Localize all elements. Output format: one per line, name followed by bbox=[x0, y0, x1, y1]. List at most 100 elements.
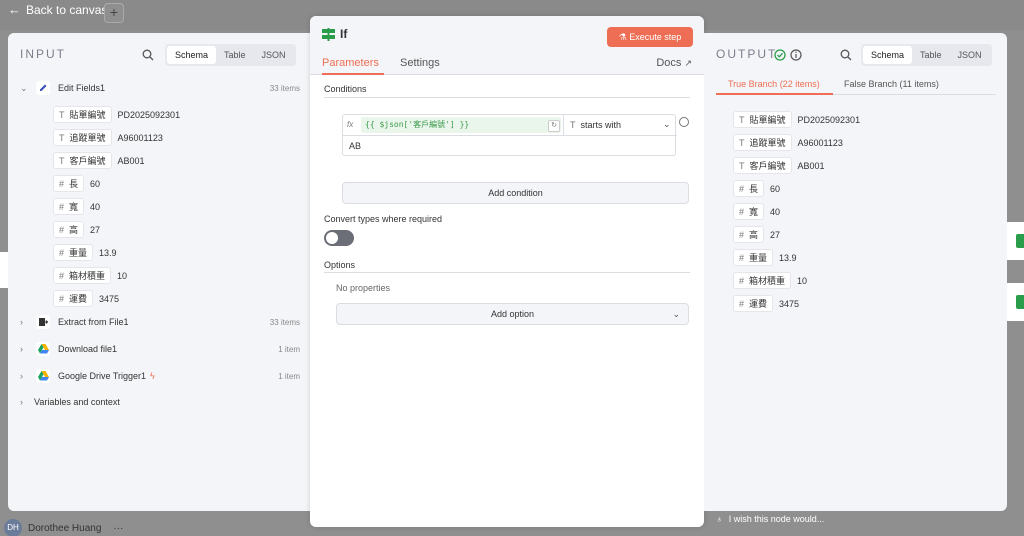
string-type-icon: T bbox=[59, 132, 65, 143]
feedback-link[interactable]: ♁ I wish this node would... bbox=[716, 514, 824, 524]
schema-field[interactable]: T 追蹤單號 A96001123 bbox=[733, 134, 843, 151]
view-table-tab[interactable]: Table bbox=[216, 46, 254, 64]
schema-field[interactable]: # 寬 40 bbox=[733, 203, 780, 220]
view-json-tab[interactable]: JSON bbox=[254, 46, 294, 64]
chevron-right-icon: › bbox=[20, 371, 23, 381]
view-json-tab[interactable]: JSON bbox=[950, 46, 990, 64]
feedback-label: I wish this node would... bbox=[728, 514, 825, 524]
schema-field[interactable]: # 箱材積重 10 bbox=[733, 272, 807, 289]
number-type-icon: # bbox=[739, 229, 745, 240]
chevron-right-icon: › bbox=[20, 397, 23, 407]
field-key: 貼單編號 bbox=[749, 115, 786, 125]
field-value: 27 bbox=[90, 224, 101, 235]
schema-field[interactable]: T 追蹤單號 A96001123 bbox=[53, 129, 163, 146]
variables-and-context[interactable]: › Variables and context bbox=[20, 397, 300, 407]
tree-node-download-file[interactable]: › Download file1 1 item bbox=[20, 342, 300, 356]
number-type-icon: # bbox=[739, 275, 745, 286]
schema-field[interactable]: T 貼單編號 PD2025092301 bbox=[733, 111, 860, 128]
docs-label: Docs bbox=[656, 57, 682, 69]
chevron-right-icon: › bbox=[20, 317, 23, 327]
operator-select[interactable]: Tstarts with bbox=[570, 120, 621, 130]
sheets-node-tab[interactable] bbox=[1004, 222, 1024, 260]
tree-node-edit-fields[interactable]: ⌄ Edit Fields1 33 items bbox=[20, 81, 300, 95]
tab-true-branch[interactable]: True Branch (22 items) bbox=[728, 79, 820, 89]
node-item-count: 33 items bbox=[269, 83, 300, 93]
number-type-icon: # bbox=[59, 224, 65, 235]
field-value: PD2025092301 bbox=[797, 114, 861, 125]
field-key: 客戶編號 bbox=[69, 156, 106, 166]
node-title[interactable]: If bbox=[340, 27, 347, 41]
number-type-icon: # bbox=[59, 293, 65, 304]
pencil-icon bbox=[36, 81, 50, 95]
more-icon[interactable]: ··· bbox=[113, 523, 123, 534]
string-type-icon: T bbox=[570, 120, 576, 130]
field-value: 27 bbox=[770, 229, 781, 240]
tab-parameters[interactable]: Parameters bbox=[322, 57, 379, 69]
schema-field[interactable]: T 客戶編號 AB001 bbox=[733, 157, 825, 174]
field-key: 追蹤單號 bbox=[749, 138, 786, 148]
schema-field[interactable]: # 高 27 bbox=[733, 226, 780, 243]
external-link-icon: ↗ bbox=[684, 58, 692, 68]
schema-field[interactable]: # 重量 13.9 bbox=[53, 244, 117, 261]
user-menu[interactable]: DH Dorothee Huang ··· bbox=[4, 519, 123, 536]
sheets-icon bbox=[1016, 295, 1024, 309]
tab-settings[interactable]: Settings bbox=[400, 57, 440, 69]
field-value: 13.9 bbox=[779, 252, 797, 263]
schema-field[interactable]: # 高 27 bbox=[53, 221, 100, 238]
schema-field[interactable]: # 重量 13.9 bbox=[733, 249, 797, 266]
search-icon[interactable] bbox=[142, 49, 154, 61]
search-icon[interactable] bbox=[840, 49, 852, 61]
number-type-icon: # bbox=[739, 252, 745, 263]
view-schema-tab[interactable]: Schema bbox=[167, 46, 217, 64]
tree-node-extract-from-file[interactable]: › Extract from File1 33 items bbox=[20, 315, 300, 329]
fx-icon: fx bbox=[347, 120, 354, 129]
convert-types-toggle[interactable] bbox=[324, 230, 354, 246]
back-to-canvas-label: Back to canvas bbox=[26, 2, 108, 17]
chevron-down-icon: ⌄ bbox=[663, 119, 671, 129]
google-drive-icon bbox=[36, 342, 50, 356]
schema-field[interactable]: # 寬 40 bbox=[53, 198, 100, 215]
node-name: Google Drive Trigger1 bbox=[58, 371, 147, 381]
node-name: Edit Fields1 bbox=[58, 83, 106, 93]
string-type-icon: T bbox=[739, 160, 745, 171]
operator-label: starts with bbox=[580, 120, 622, 130]
add-node-button[interactable]: + bbox=[104, 3, 124, 23]
info-icon[interactable] bbox=[790, 49, 802, 61]
docs-link[interactable]: Docs ↗ bbox=[656, 57, 692, 69]
condition-expression-input[interactable]: {{ $json['客戶編號'] }} bbox=[361, 117, 561, 133]
revert-icon[interactable]: ↻ bbox=[548, 120, 560, 132]
modal-tabs: Parameters Settings Docs ↗ bbox=[310, 51, 704, 75]
number-type-icon: # bbox=[59, 201, 65, 212]
schema-field[interactable]: # 箱材積重 10 bbox=[53, 267, 127, 284]
add-option-button[interactable]: Add option ⌄ bbox=[336, 303, 689, 325]
input-panel: INPUT Schema Table JSON ⌄ Edit Fields1 3… bbox=[8, 33, 310, 511]
schema-field[interactable]: # 運費 3475 bbox=[53, 290, 119, 307]
execute-step-button[interactable]: ⚗ Execute step bbox=[607, 27, 693, 47]
output-panel-title: OUTPUT bbox=[716, 47, 777, 61]
schema-field[interactable]: # 長 60 bbox=[733, 180, 780, 197]
schema-field[interactable]: T 貼單編號 PD2025092301 bbox=[53, 106, 180, 123]
schema-field[interactable]: # 長 60 bbox=[53, 175, 100, 192]
tree-node-google-drive-trigger[interactable]: › Google Drive Trigger1 ϟ 1 item bbox=[20, 369, 300, 383]
field-value: 40 bbox=[770, 206, 781, 217]
field-key: 高 bbox=[749, 230, 759, 240]
condition-options-icon[interactable] bbox=[679, 117, 689, 127]
schema-field[interactable]: T 客戶編號 AB001 bbox=[53, 152, 145, 169]
field-value: 60 bbox=[770, 183, 781, 194]
convert-types-label: Convert types where required bbox=[324, 214, 443, 224]
sheets-node-tab[interactable] bbox=[1004, 283, 1024, 321]
back-to-canvas-link[interactable]: ← Back to canvas bbox=[8, 2, 107, 17]
add-condition-button[interactable]: Add condition bbox=[342, 182, 689, 204]
modal-header: If ⚗ Execute step bbox=[310, 16, 704, 51]
if-node-modal: If ⚗ Execute step Parameters Settings Do… bbox=[310, 16, 704, 527]
tab-false-branch[interactable]: False Branch (11 items) bbox=[844, 79, 939, 89]
view-schema-tab[interactable]: Schema bbox=[863, 46, 913, 64]
lightbulb-icon: ♁ bbox=[716, 514, 723, 524]
output-title-text: OUTPUT bbox=[716, 47, 778, 61]
condition-value-input[interactable]: AB bbox=[349, 141, 361, 151]
string-type-icon: T bbox=[739, 114, 745, 125]
field-key: 運費 bbox=[749, 299, 768, 309]
view-table-tab[interactable]: Table bbox=[912, 46, 950, 64]
schema-field[interactable]: # 運費 3475 bbox=[733, 295, 799, 312]
field-key: 運費 bbox=[69, 294, 88, 304]
